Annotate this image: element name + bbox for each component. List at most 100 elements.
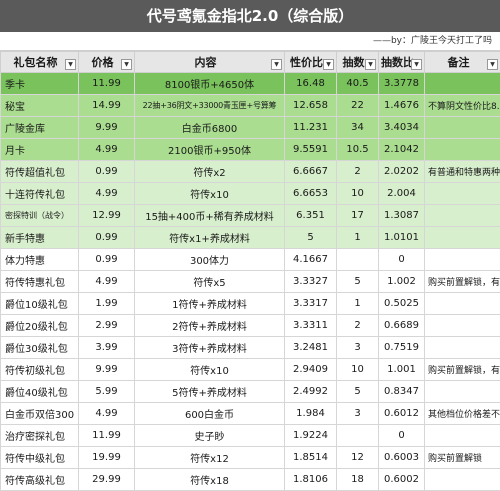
cell-ratio: 6.6667 (285, 161, 337, 183)
header-pulls: 抽数▼ (337, 52, 379, 73)
filter-dropdown-icon[interactable]: ▼ (411, 59, 422, 70)
cell-ratio: 16.48 (285, 73, 337, 95)
cell-pulls: 12 (337, 447, 379, 469)
cell-ratio: 9.5591 (285, 139, 337, 161)
filter-dropdown-icon[interactable]: ▼ (365, 59, 376, 70)
cell-ratio: 1.9224 (285, 425, 337, 447)
cell-pull-ratio: 0 (379, 249, 425, 271)
cell-pull-ratio: 2.004 (379, 183, 425, 205)
cell-pulls: 1 (337, 293, 379, 315)
cell-price: 2.99 (79, 315, 135, 337)
cell-price: 5.99 (79, 381, 135, 403)
cell-note: 其他档位价格差不多 (425, 403, 500, 425)
cell-content: 2符传+养成材料 (135, 315, 285, 337)
cell-note (425, 249, 500, 271)
cell-pulls: 3 (337, 403, 379, 425)
cell-pull-ratio: 0.6689 (379, 315, 425, 337)
cell-content: 符传x5 (135, 271, 285, 293)
cell-name: 广陵金库 (1, 117, 79, 139)
cell-ratio: 1.8106 (285, 469, 337, 491)
header-price: 价格▼ (79, 52, 135, 73)
cell-pulls: 18 (337, 469, 379, 491)
cell-name: 符传初级礼包 (1, 359, 79, 381)
filter-dropdown-icon[interactable]: ▼ (121, 59, 132, 70)
cell-ratio: 3.2481 (285, 337, 337, 359)
cell-note (425, 205, 500, 227)
cell-price: 0.99 (79, 161, 135, 183)
table-row: 新手特惠0.99符传x1+养成材料511.0101 (1, 227, 500, 249)
table-row: 爵位20级礼包2.992符传+养成材料3.331120.6689 (1, 315, 500, 337)
table-row: 爵位40级礼包5.995符传+养成材料2.499250.8347 (1, 381, 500, 403)
cell-note (425, 315, 500, 337)
header-label: 备注 (448, 54, 478, 70)
cell-price: 3.99 (79, 337, 135, 359)
cell-content: 1符传+养成材料 (135, 293, 285, 315)
cell-pull-ratio: 1.002 (379, 271, 425, 293)
cell-content: 白金币6800 (135, 117, 285, 139)
table-row: 符传特惠礼包4.99符传x53.332751.002购买前置解锁，有两种 (1, 271, 500, 293)
filter-dropdown-icon[interactable]: ▼ (323, 59, 334, 70)
cell-pull-ratio: 1.001 (379, 359, 425, 381)
cell-pull-ratio: 0.6003 (379, 447, 425, 469)
cell-ratio: 6.351 (285, 205, 337, 227)
cell-pull-ratio: 3.4034 (379, 117, 425, 139)
cell-note (425, 469, 500, 491)
cell-name: 治疗密探礼包 (1, 425, 79, 447)
cell-pulls: 17 (337, 205, 379, 227)
cell-price: 4.99 (79, 139, 135, 161)
cell-pull-ratio: 0.8347 (379, 381, 425, 403)
header-row: 礼包名称▼ 价格▼ 内容▼ 性价比▼ 抽数▼ 抽数比▼ 备注▼ (1, 52, 500, 73)
table-row: 月卡4.992100银币+950体9.559110.52.1042 (1, 139, 500, 161)
cell-pull-ratio: 1.0101 (379, 227, 425, 249)
cell-name: 符传高级礼包 (1, 469, 79, 491)
table-row: 体力特惠0.99300体力4.16670 (1, 249, 500, 271)
cell-note: 购买前置解锁 (425, 447, 500, 469)
table-row: 季卡11.998100银币+4650体16.4840.53.3778 (1, 73, 500, 95)
table-row: 符传初级礼包9.99符传x102.9409101.001购买前置解锁，有两种 (1, 359, 500, 381)
cell-ratio: 3.3327 (285, 271, 337, 293)
cell-content: 600白金币 (135, 403, 285, 425)
table-row: 符传超值礼包0.99符传x26.666722.0202有普通和特惠两种 (1, 161, 500, 183)
cell-pulls: 5 (337, 381, 379, 403)
cell-price: 4.99 (79, 403, 135, 425)
cell-name: 爵位40级礼包 (1, 381, 79, 403)
cell-name: 符传中级礼包 (1, 447, 79, 469)
table-row: 十连符传礼包4.99符传x106.6653102.004 (1, 183, 500, 205)
filter-dropdown-icon[interactable]: ▼ (65, 59, 76, 70)
filter-dropdown-icon[interactable]: ▼ (271, 59, 282, 70)
cell-name: 月卡 (1, 139, 79, 161)
cell-pull-ratio: 1.3087 (379, 205, 425, 227)
header-label: 礼包名称 (14, 54, 66, 70)
cell-price: 4.99 (79, 183, 135, 205)
cell-ratio: 2.4992 (285, 381, 337, 403)
cell-pull-ratio: 3.3778 (379, 73, 425, 95)
cell-pull-ratio: 0 (379, 425, 425, 447)
cell-ratio: 2.9409 (285, 359, 337, 381)
cell-pulls: 1 (337, 227, 379, 249)
cell-pulls (337, 249, 379, 271)
cell-price: 12.99 (79, 205, 135, 227)
cell-pulls: 5 (337, 271, 379, 293)
table-body: 季卡11.998100银币+4650体16.4840.53.3778秘宝14.9… (1, 73, 500, 491)
cell-name: 符传超值礼包 (1, 161, 79, 183)
cell-ratio: 11.231 (285, 117, 337, 139)
cell-price: 9.99 (79, 359, 135, 381)
cell-ratio: 1.8514 (285, 447, 337, 469)
filter-dropdown-icon[interactable]: ▼ (487, 59, 498, 70)
cell-note (425, 183, 500, 205)
table-row: 符传中级礼包19.99符传x121.8514120.6003购买前置解锁 (1, 447, 500, 469)
cell-pull-ratio: 2.1042 (379, 139, 425, 161)
cell-pulls: 40.5 (337, 73, 379, 95)
cell-content: 符传x10 (135, 183, 285, 205)
cell-name: 新手特惠 (1, 227, 79, 249)
cell-note (425, 337, 500, 359)
cell-name: 秘宝 (1, 95, 79, 117)
cell-name: 符传特惠礼包 (1, 271, 79, 293)
cell-pulls: 3 (337, 337, 379, 359)
cell-note (425, 227, 500, 249)
cell-price: 9.99 (79, 117, 135, 139)
cell-price: 14.99 (79, 95, 135, 117)
cell-ratio: 4.1667 (285, 249, 337, 271)
cell-pulls: 10.5 (337, 139, 379, 161)
cell-price: 11.99 (79, 73, 135, 95)
